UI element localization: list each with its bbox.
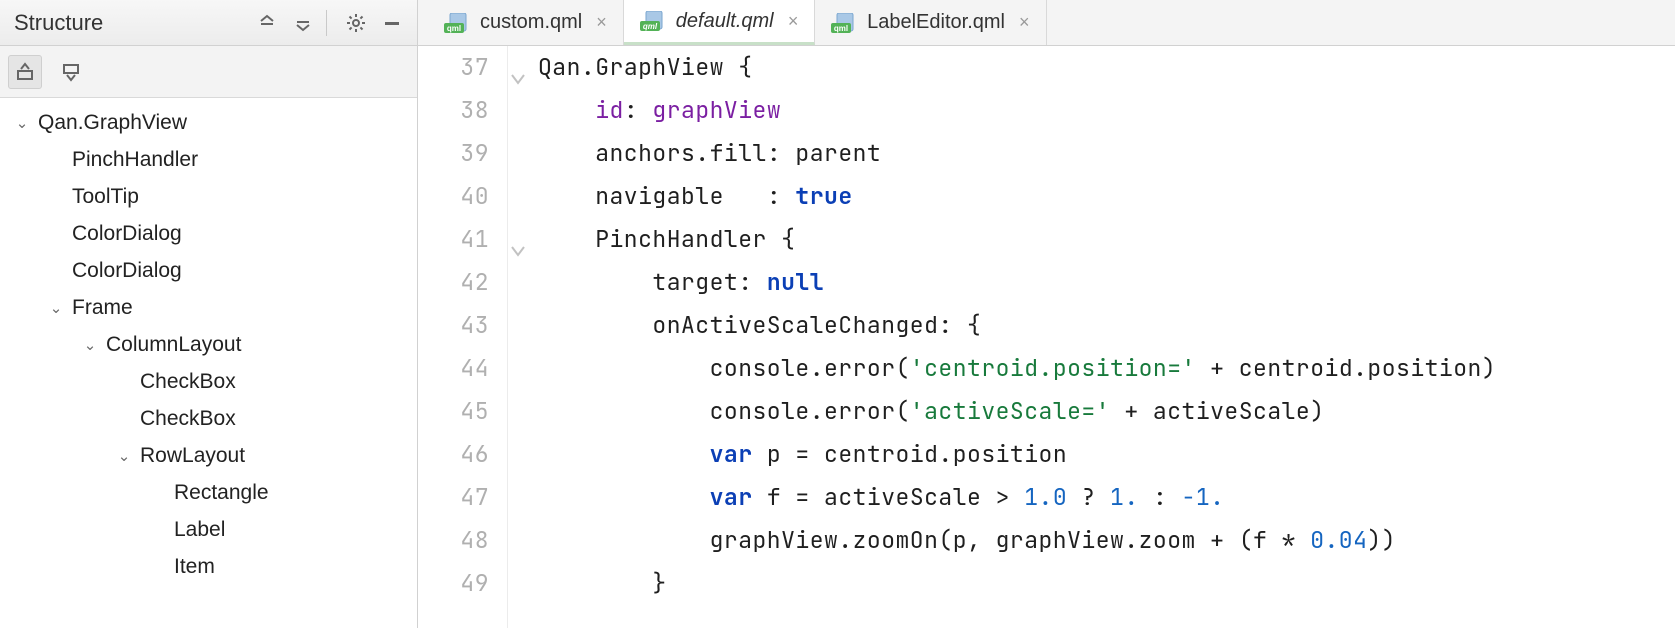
code-line[interactable]: var f = activeScale > 1.0 ? 1. : -1. [538,476,1675,519]
tree-item[interactable]: PinchHandler [0,141,417,178]
expand-all-icon[interactable] [252,8,282,38]
code-line[interactable]: target: null [538,261,1675,304]
tree-item-label: ColorDialog [72,222,182,246]
line-number: 46 [418,433,489,476]
tab-label: custom.qml [480,11,582,34]
line-number: 47 [418,476,489,519]
tree-item-label: Label [174,518,225,542]
tree-item-label: ToolTip [72,185,139,209]
line-number: 49 [418,562,489,605]
tree-item[interactable]: ⌄ Qan.GraphView [0,104,417,141]
line-number: 42 [418,261,489,304]
line-number: 44 [418,347,489,390]
chevron-down-icon[interactable]: ⌄ [46,299,66,317]
fold-column[interactable] [508,46,536,628]
close-icon[interactable]: × [596,12,607,33]
chevron-down-icon[interactable]: ⌄ [12,114,32,132]
qml-file-icon: qml [444,13,470,33]
tree-item-label: Item [174,555,215,579]
tree-item-label: Qan.GraphView [38,111,187,135]
editor-tab[interactable]: qml custom.qml × [428,0,624,45]
tree-item[interactable]: CheckBox [0,400,417,437]
editor-tabs: qml custom.qml × qml default.qml × qml LabelEdi… [418,0,1675,46]
editor-area: qml custom.qml × qml default.qml × qml LabelEdi… [418,0,1675,628]
svg-text:qml: qml [643,22,658,31]
qml-file-icon: qml [831,13,857,33]
tree-item-label: Frame [72,296,133,320]
tree-item-label: CheckBox [140,370,236,394]
tree-item-label: CheckBox [140,407,236,431]
tree-item[interactable]: ⌄ RowLayout [0,437,417,474]
code-line[interactable]: graphView.zoomOn(p, graphView.zoom + (f … [538,519,1675,562]
chevron-down-icon[interactable]: ⌄ [114,447,134,465]
structure-tree[interactable]: ⌄ Qan.GraphView PinchHandler ToolTip ColorDi… [0,98,417,628]
code-line[interactable]: } [538,562,1675,605]
code-line[interactable]: anchors.fill: parent [538,132,1675,175]
tree-item-label: RowLayout [140,444,245,468]
code-line[interactable]: console.error('centroid.position=' + cen… [538,347,1675,390]
close-icon[interactable]: × [1019,12,1030,33]
line-number: 39 [418,132,489,175]
tree-item-label: ColumnLayout [106,333,241,357]
code-line[interactable]: navigable : true [538,175,1675,218]
code-line[interactable]: Qan.GraphView { [538,46,1675,89]
line-number: 41 [418,218,489,261]
divider [326,10,327,36]
structure-toolbar [0,46,417,98]
tree-item-label: PinchHandler [72,148,198,172]
line-number: 43 [418,304,489,347]
svg-text:qml: qml [834,24,848,33]
svg-text:qml: qml [447,24,461,33]
close-icon[interactable]: × [788,11,799,32]
tree-item[interactable]: ToolTip [0,178,417,215]
structure-header: Structure [0,0,417,46]
tree-item[interactable]: Item [0,548,417,585]
tree-item[interactable]: Label [0,511,417,548]
code-line[interactable]: onActiveScaleChanged: { [538,304,1675,347]
tree-item[interactable]: Rectangle [0,474,417,511]
collapse-all-icon[interactable] [288,8,318,38]
tree-item[interactable]: ColorDialog [0,252,417,289]
code-line[interactable]: var p = centroid.position [538,433,1675,476]
tree-item-label: Rectangle [174,481,269,505]
line-number: 38 [418,89,489,132]
tab-label: default.qml [676,10,774,33]
gear-icon[interactable] [341,8,371,38]
code-line[interactable]: id: graphView [538,89,1675,132]
chevron-down-icon[interactable]: ⌄ [80,336,100,354]
scroll-from-source-icon[interactable] [8,55,42,89]
line-number: 48 [418,519,489,562]
fold-toggle-icon[interactable] [510,230,528,248]
editor-tab[interactable]: qml LabelEditor.qml × [815,0,1046,45]
tree-item-label: ColorDialog [72,259,182,283]
tree-item[interactable]: ⌄ Frame [0,289,417,326]
code-line[interactable]: console.error('activeScale=' + activeSca… [538,390,1675,433]
tree-item[interactable]: ⌄ ColumnLayout [0,326,417,363]
hide-panel-icon[interactable] [377,8,407,38]
fold-toggle-icon[interactable] [510,58,528,76]
line-number: 45 [418,390,489,433]
editor-tab[interactable]: qml default.qml × [624,0,815,45]
line-gutter: 37383940414243444546474849 [418,46,508,628]
tree-item[interactable]: CheckBox [0,363,417,400]
qml-file-icon: qml [640,11,666,31]
code-editor[interactable]: 37383940414243444546474849 Qan.GraphView… [418,46,1675,628]
tree-item[interactable]: ColorDialog [0,215,417,252]
structure-panel: Structure ⌄ Qan.GraphView PinchHandler Tool… [0,0,418,628]
tab-label: LabelEditor.qml [867,11,1005,34]
code-text[interactable]: Qan.GraphView { id: graphView anchors.fi… [536,46,1675,628]
autoscroll-icon[interactable] [54,55,88,89]
line-number: 37 [418,46,489,89]
structure-title: Structure [14,10,246,36]
line-number: 40 [418,175,489,218]
code-line[interactable]: PinchHandler { [538,218,1675,261]
